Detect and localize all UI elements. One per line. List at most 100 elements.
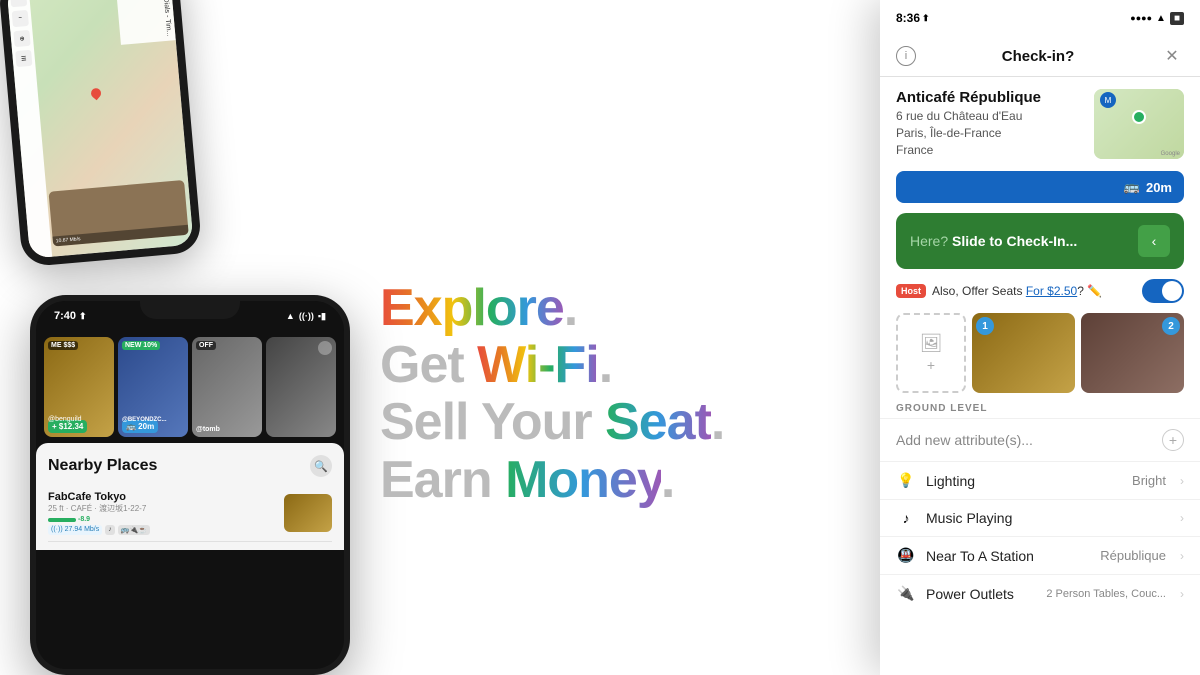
rating-fill-1 bbox=[48, 518, 76, 522]
outlets-chevron: › bbox=[1180, 587, 1184, 601]
status-bar-right: 8:36 ⬆ ●●●● ▲ ■ bbox=[880, 0, 1200, 36]
battery-icon-left: ▪▮ bbox=[318, 311, 326, 322]
music-icon: ♪ bbox=[896, 510, 916, 526]
attr-outlets-row[interactable]: 🔌 Power Outlets 2 Person Tables, Couc...… bbox=[880, 574, 1200, 612]
venue-map-thumbnail: M Google bbox=[1094, 89, 1184, 159]
nearby-section: Nearby Places 🔍 FabCafe Tokyo 25 ft · CA… bbox=[36, 443, 344, 550]
tagline-explore: Explore. bbox=[380, 280, 780, 337]
taglines-section: Explore. Get Wi-Fi. Sell Your Seat. Earn… bbox=[380, 280, 780, 509]
checkin-title: Check-in? bbox=[916, 48, 1160, 65]
time-left: 7:40 bbox=[54, 310, 76, 322]
photos-row: 🖼 + 1 2 bbox=[896, 313, 1184, 393]
host-offer-text: Also, Offer Seats For $2.50? ✏️ bbox=[932, 284, 1136, 298]
nearby-item-sub-1: 25 ft · CAFÉ · 渡辺坂1-22-7 bbox=[48, 503, 276, 514]
story-card-1[interactable]: ME $$$ + $12.34 @benguild bbox=[44, 337, 114, 437]
nearby-search-button[interactable]: 🔍 bbox=[310, 455, 332, 477]
outlets-icon: 🔌 bbox=[896, 585, 916, 602]
icons-tag: 🚌🔌☕ bbox=[118, 525, 150, 535]
story-card-4[interactable] bbox=[266, 337, 336, 437]
bus-icon: 🚌 bbox=[1124, 179, 1140, 195]
phone-right: 8:36 ⬆ ●●●● ▲ ■ i Check-in? ✕ Anticafé R… bbox=[880, 0, 1200, 675]
tagline-sell-punct: . bbox=[711, 393, 724, 451]
venue-info-row: Anticafé République 6 rue du Château d'E… bbox=[880, 77, 1200, 171]
map-icon-zoom-out[interactable]: − bbox=[12, 10, 29, 27]
tags-row-1: ((·)) 27.94 Mb/s ♪ 🚌🔌☕ bbox=[48, 525, 276, 535]
metro-icon: M bbox=[1100, 92, 1116, 108]
venue-info: Anticafé République 6 rue du Château d'E… bbox=[896, 89, 1084, 158]
map-background: + − ⊕ ☰ Seven Dials - Tim... 10.67 Mb/s bbox=[6, 0, 193, 259]
outlets-value: 2 Person Tables, Couc... bbox=[1046, 588, 1166, 600]
add-attribute-plus-icon[interactable]: + bbox=[1162, 429, 1184, 451]
outlets-label: Power Outlets bbox=[926, 586, 1036, 602]
venue-name: Anticafé République bbox=[896, 89, 1084, 106]
nearby-item-thumb-1 bbox=[284, 494, 332, 532]
nearby-item-name-1: FabCafe Tokyo bbox=[48, 491, 276, 503]
location-arrow: ⬆ bbox=[79, 311, 87, 322]
station-chevron: › bbox=[1180, 549, 1184, 563]
checkin-close-button[interactable]: ✕ bbox=[1160, 44, 1184, 68]
location-arrow-right: ⬆ bbox=[922, 13, 930, 24]
map-thumbnail: 10.67 Mb/s bbox=[48, 180, 188, 247]
lighting-value: Bright bbox=[1132, 473, 1166, 488]
phone-right-screen: 8:36 ⬆ ●●●● ▲ ■ i Check-in? ✕ Anticafé R… bbox=[880, 0, 1200, 675]
attr-lighting-row[interactable]: 💡 Lighting Bright › bbox=[880, 461, 1200, 499]
story-badge-2: NEW 10% bbox=[122, 341, 160, 350]
station-label: Near To A Station bbox=[926, 548, 1090, 564]
address-line-3: France bbox=[896, 142, 1084, 159]
signal-bars: ▲ bbox=[286, 311, 295, 321]
slide-arrow-icon: ‹ bbox=[1138, 225, 1170, 257]
tagline-sell-text: Sell Your bbox=[380, 393, 605, 451]
checkin-info-icon[interactable]: i bbox=[896, 46, 916, 66]
tagline-explore-text: Explore bbox=[380, 279, 564, 337]
story-user-2: @BEYONDZC... bbox=[122, 417, 167, 423]
story-avatar-4 bbox=[318, 341, 332, 355]
add-attribute-row[interactable]: Add new attribute(s)... + bbox=[880, 418, 1200, 461]
story-user-3: @tomb bbox=[196, 426, 220, 433]
music-chevron: › bbox=[1180, 511, 1184, 525]
distance-button[interactable]: 🚌 20m bbox=[896, 171, 1184, 203]
music-tag: ♪ bbox=[105, 525, 115, 535]
phone-top-left-screen: + − ⊕ ☰ Seven Dials - Tim... 10.67 Mb/s bbox=[6, 0, 193, 259]
photo-thumb-1[interactable]: 1 bbox=[972, 313, 1075, 393]
photo-placeholder-icon: 🖼 bbox=[920, 333, 943, 354]
story-card-3[interactable]: OFF @tomb bbox=[192, 337, 262, 437]
venue-map-pin bbox=[1132, 110, 1146, 124]
toggle-knob bbox=[1162, 281, 1182, 301]
tagline-sell: Sell Your Seat. bbox=[380, 394, 780, 451]
map-icon-menu[interactable]: ☰ bbox=[15, 50, 32, 67]
phone-top-left: + − ⊕ ☰ Seven Dials - Tim... 10.67 Mb/s bbox=[0, 0, 202, 267]
distance-value: 20m bbox=[1146, 180, 1172, 195]
host-toggle[interactable] bbox=[1142, 279, 1184, 303]
photo-num-1: 1 bbox=[976, 317, 994, 335]
tagline-money-text: Money bbox=[505, 451, 661, 509]
map-pin bbox=[89, 86, 103, 100]
tagline-earn: Earn Money. bbox=[380, 452, 780, 509]
tagline-wifi: Get Wi-Fi. bbox=[380, 337, 780, 394]
map-icon-layers[interactable]: ⊕ bbox=[13, 30, 30, 47]
slide-prompt: Here? Slide to Check-In... bbox=[910, 233, 1077, 249]
phone-left-screen: 7:40 ⬆ ▲ ((·)) ▪▮ ME $$$ + $12.34 @bengu… bbox=[36, 301, 344, 669]
map-icon-zoom-in[interactable]: + bbox=[10, 0, 27, 7]
host-price-link[interactable]: For $2.50 bbox=[1026, 284, 1077, 298]
phone-notch bbox=[140, 295, 240, 319]
attr-music-row[interactable]: ♪ Music Playing › bbox=[880, 499, 1200, 536]
tagline-earn-punct: . bbox=[661, 451, 674, 509]
lighting-chevron: › bbox=[1180, 474, 1184, 488]
photo-add-button[interactable]: 🖼 + bbox=[896, 313, 966, 393]
tagline-seat-text: Seat bbox=[605, 393, 711, 451]
story-badge-3: OFF bbox=[196, 341, 216, 350]
host-offer-row: Host Also, Offer Seats For $2.50? ✏️ bbox=[896, 279, 1184, 303]
attr-station-row[interactable]: 🚇 Near To A Station République › bbox=[880, 536, 1200, 574]
slide-checkin-bar[interactable]: Here? Slide to Check-In... ‹ bbox=[896, 213, 1184, 269]
tagline-earn-text: Earn bbox=[380, 451, 505, 509]
photo-thumb-2[interactable]: 2 bbox=[1081, 313, 1184, 393]
nearby-item-1[interactable]: FabCafe Tokyo 25 ft · CAFÉ · 渡辺坂1-22-7 -… bbox=[48, 485, 332, 542]
photo-num-2: 2 bbox=[1162, 317, 1180, 335]
station-value: République bbox=[1100, 548, 1166, 563]
wifi-icon-left: ((·)) bbox=[299, 311, 314, 321]
story-card-2[interactable]: NEW 10% 🚌 20m @BEYONDZC... bbox=[118, 337, 188, 437]
venue-map-bg: M Google bbox=[1094, 89, 1184, 159]
story-badge-1: ME $$$ bbox=[48, 341, 78, 350]
status-icons-right: ▲ ((·)) ▪▮ bbox=[286, 311, 326, 322]
tagline-wifi-text: Wi-Fi bbox=[477, 336, 599, 394]
